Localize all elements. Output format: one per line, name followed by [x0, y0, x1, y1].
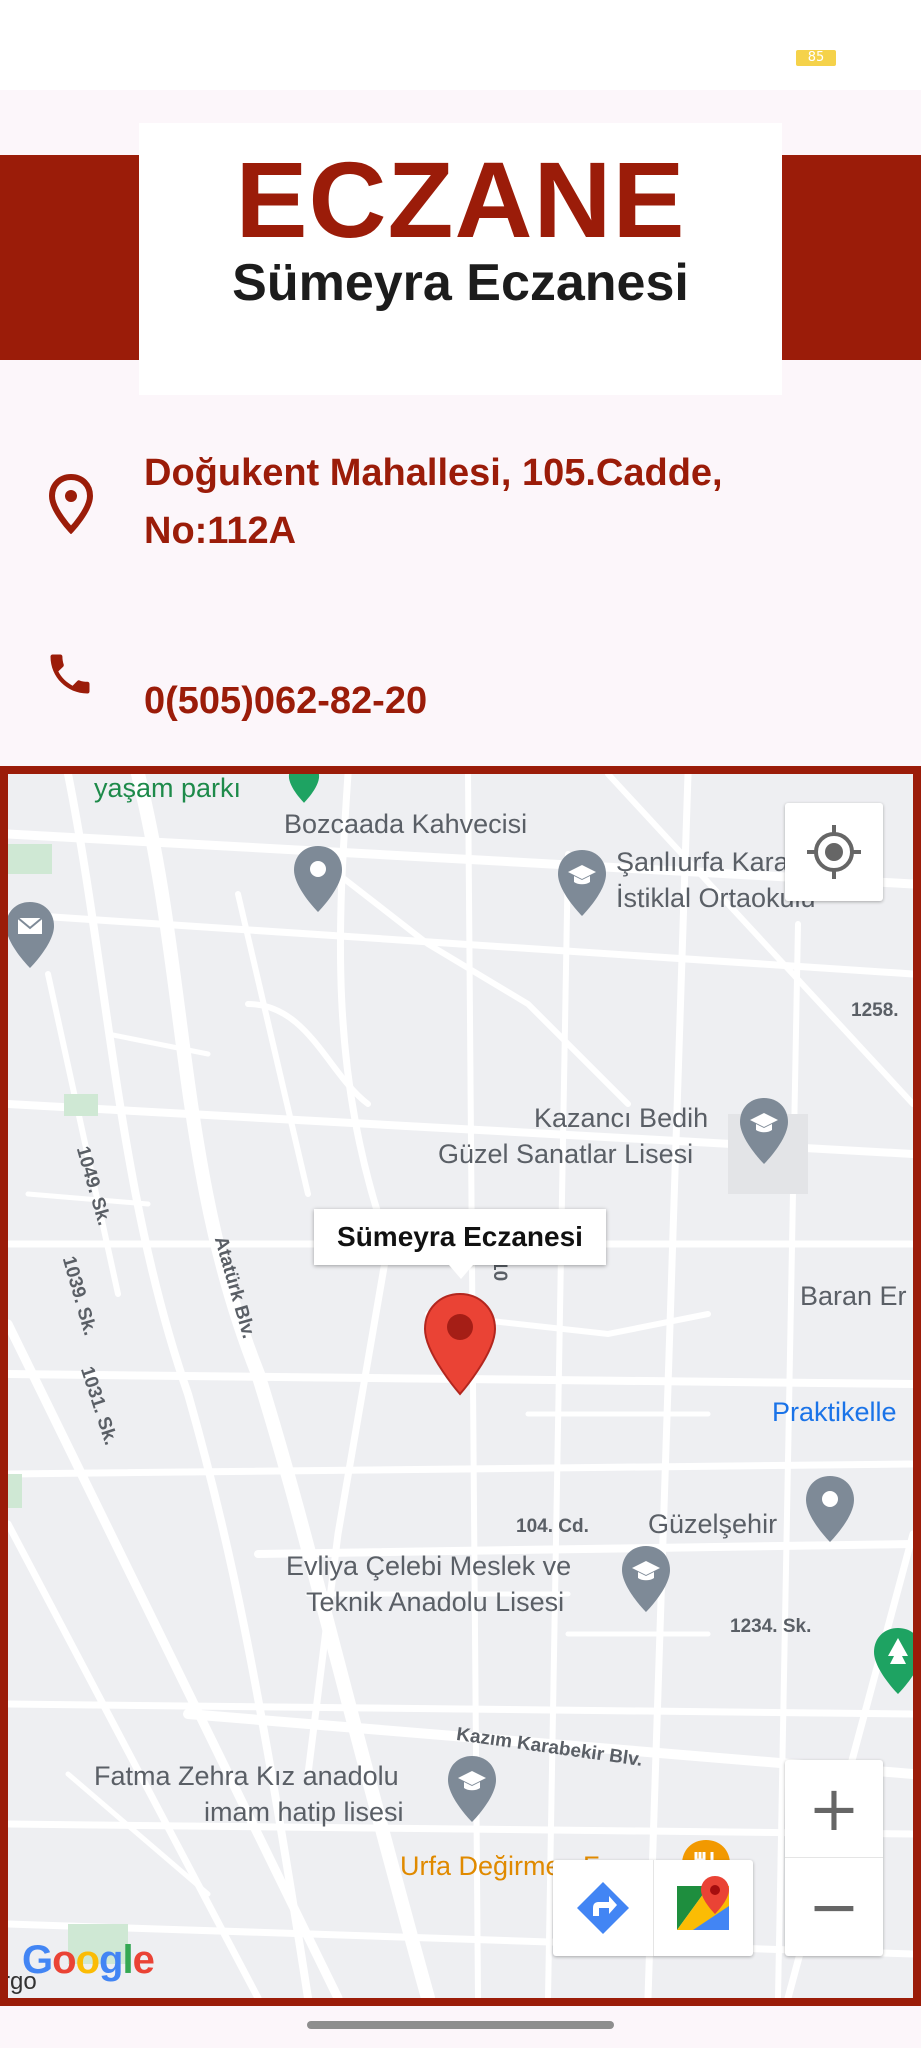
marker-info-window[interactable]: Sümeyra Eczanesi — [314, 1209, 606, 1265]
gesture-nav-bar[interactable] — [307, 2021, 614, 2029]
directions-icon — [577, 1882, 629, 1934]
map-label: Teknik Anadolu Lisesi — [306, 1587, 565, 1617]
map-street-label: 1258. — [851, 1000, 899, 1021]
school-marker-icon[interactable] — [738, 1096, 790, 1166]
map-label: imam hatip lisesi — [204, 1797, 404, 1827]
address-line-1: Doğukent Mahallesi, 105.Cadde, — [144, 452, 723, 494]
school-marker-icon[interactable] — [556, 848, 608, 918]
info-window-tail — [449, 1265, 473, 1279]
map-label: Baran Er — [800, 1281, 907, 1311]
map-frame: yaşam parkı Bozcaada Kahvecisi Şanlıurfa… — [0, 766, 921, 2006]
map-street-label: 1234. Sk. — [730, 1616, 812, 1637]
open-in-maps-button[interactable] — [653, 1860, 753, 1956]
phone-number[interactable]: 0(505)062-82-20 — [144, 676, 427, 726]
google-maps-icon — [677, 1876, 729, 1930]
phone-icon — [50, 654, 90, 694]
map-label: yaşam parkı — [94, 774, 242, 803]
map-label: Kazancı Bedih — [534, 1103, 709, 1133]
page-title: ECZANE — [235, 139, 686, 260]
park-marker-icon — [288, 774, 320, 803]
my-location-icon — [807, 825, 861, 879]
pharmacy-name: Sümeyra Eczanesi — [232, 254, 689, 312]
pharmacy-marker-icon[interactable] — [422, 1292, 498, 1396]
address-line-2: No:112A — [144, 510, 297, 552]
school-marker-icon[interactable] — [620, 1544, 672, 1614]
status-bar: 85 — [0, 0, 921, 90]
directions-button[interactable] — [553, 1860, 654, 1956]
mail-marker-icon[interactable] — [8, 900, 56, 970]
zoom-out-button[interactable]: − — [785, 1858, 883, 1955]
place-marker-icon[interactable] — [292, 844, 344, 914]
zoom-controls: + − — [785, 1760, 883, 1956]
banner-card: ECZANE Sümeyra Eczanesi — [139, 123, 782, 395]
map-label: Praktikelle — [772, 1397, 897, 1427]
park-marker-icon[interactable] — [872, 1626, 913, 1696]
map-label: Evliya Çelebi Meslek ve — [286, 1551, 572, 1581]
map-label: Bozcaada Kahvecisi — [284, 809, 528, 839]
place-marker-icon[interactable] — [804, 1474, 856, 1544]
google-logo: Google — [22, 1938, 155, 1982]
map-label: Güzelşehir — [648, 1509, 778, 1539]
battery-indicator: 85 — [796, 50, 836, 66]
banner-stripe-right — [782, 155, 921, 360]
map-label: Güzel Sanatlar Lisesi — [438, 1139, 694, 1169]
school-marker-icon[interactable] — [446, 1754, 498, 1824]
map-toolbar — [553, 1860, 753, 1956]
location-pin-icon — [48, 474, 94, 534]
zoom-in-button[interactable]: + — [785, 1760, 883, 1858]
banner-stripe-left — [0, 155, 139, 360]
my-location-button[interactable] — [785, 803, 883, 901]
map-label: Fatma Zehra Kız anadolu — [94, 1761, 399, 1791]
map-view[interactable]: yaşam parkı Bozcaada Kahvecisi Şanlıurfa… — [8, 774, 913, 1998]
map-street-label: 104. Cd. — [516, 1516, 589, 1537]
address-text[interactable]: Doğukent Mahallesi, 105.Cadde, No:112A — [144, 444, 884, 560]
